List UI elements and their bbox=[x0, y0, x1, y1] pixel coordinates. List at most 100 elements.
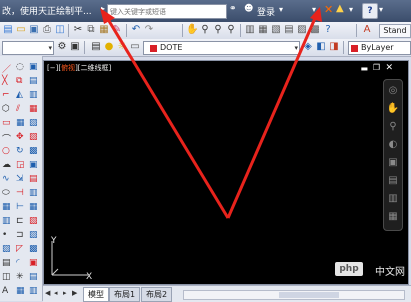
search-input[interactable] bbox=[110, 6, 220, 17]
polyline-icon[interactable]: ⌐ bbox=[2, 90, 12, 100]
layer-properties-icon[interactable]: ▤ bbox=[90, 41, 102, 53]
table-icon[interactable]: ▦ bbox=[16, 286, 26, 296]
tab-layout1[interactable]: 布局1 bbox=[109, 287, 141, 302]
zoom-window-icon[interactable]: ⚲ bbox=[212, 24, 224, 36]
dimension-diameter-icon[interactable]: ▨ bbox=[29, 132, 39, 142]
sun-icon[interactable]: ☼ bbox=[116, 41, 128, 53]
dimension-update-icon[interactable]: ▣ bbox=[29, 258, 39, 268]
bulb-icon[interactable]: ● bbox=[103, 41, 115, 53]
gradient-icon[interactable]: ▤ bbox=[2, 258, 12, 268]
title-expand-icon[interactable]: ▸ bbox=[101, 4, 105, 13]
lock-icon[interactable]: ▭ bbox=[129, 41, 141, 53]
showmotion-icon[interactable]: ▣ bbox=[386, 156, 400, 170]
search-box[interactable] bbox=[107, 4, 227, 19]
mtext-icon[interactable]: A bbox=[2, 286, 12, 296]
login-button[interactable]: 登录 bbox=[257, 5, 275, 18]
workspace-dropdown[interactable]: Stand bbox=[379, 24, 411, 38]
scrollbar-thumb[interactable] bbox=[279, 292, 339, 298]
chevron-down-icon[interactable]: ▾ bbox=[279, 5, 283, 14]
last-tab-icon[interactable]: ▶ bbox=[72, 289, 80, 298]
construction-line-icon[interactable]: ╳ bbox=[2, 76, 12, 86]
point-icon[interactable]: • bbox=[2, 230, 12, 240]
paste-icon[interactable]: ▦ bbox=[98, 24, 110, 36]
pan-icon[interactable]: ✋ bbox=[386, 102, 400, 116]
pan-icon[interactable]: ✋ bbox=[186, 24, 198, 36]
hatch-icon[interactable]: ▨ bbox=[2, 244, 12, 254]
save-icon[interactable]: ▣ bbox=[28, 24, 40, 36]
chamfer-icon[interactable]: ◸ bbox=[16, 244, 26, 254]
first-tab-icon[interactable]: ◀ bbox=[45, 289, 53, 298]
markup-icon[interactable]: ▨ bbox=[296, 24, 308, 36]
chevron-down-icon[interactable]: ▾ bbox=[349, 5, 353, 14]
drawing-viewport[interactable]: [−][俯视][二维线框] ▬ ❐ ✕ ◎ ✋ ⚲ ◐ ▣ ▤ ▥ ▦ Y X bbox=[43, 60, 409, 285]
baseline-dimension-icon[interactable]: ▤ bbox=[29, 174, 39, 184]
chevron-down-icon[interactable]: ▾ bbox=[312, 5, 316, 14]
steering-wheel-icon[interactable]: ◎ bbox=[386, 84, 400, 98]
zoom-icon[interactable]: ⚲ bbox=[386, 120, 400, 134]
copy-object-icon[interactable]: ⧉ bbox=[16, 76, 26, 86]
arc-icon[interactable]: ⌒ bbox=[2, 132, 12, 145]
trim-icon[interactable]: ⊣ bbox=[16, 188, 26, 198]
undo-icon[interactable]: ↶ bbox=[130, 24, 142, 36]
previous-tab-icon[interactable]: ◂ bbox=[54, 289, 62, 298]
tolerance-icon[interactable]: ▧ bbox=[29, 216, 39, 226]
nav-options-icon[interactable]: ▤ bbox=[386, 174, 400, 188]
zoom-realtime-icon[interactable]: ⚲ bbox=[199, 24, 211, 36]
print-icon[interactable]: ⎙ bbox=[41, 24, 53, 36]
view-mode-label[interactable]: 俯视 bbox=[61, 64, 75, 72]
dimension-radius-icon[interactable]: ▧ bbox=[29, 118, 39, 128]
make-block-icon[interactable]: ▥ bbox=[2, 216, 12, 226]
exchange-x-icon[interactable]: ✕ bbox=[324, 3, 333, 16]
mirror-icon[interactable]: ◭ bbox=[16, 90, 26, 100]
properties-icon[interactable]: ▥ bbox=[244, 24, 256, 36]
plot-preview-icon[interactable]: ◫ bbox=[54, 24, 66, 36]
layer-states-icon[interactable]: ⚙ bbox=[56, 41, 68, 53]
help-button[interactable]: ? bbox=[362, 3, 378, 19]
text-style-icon[interactable]: A bbox=[361, 24, 373, 36]
quick-dimension-icon[interactable]: ▣ bbox=[29, 160, 39, 170]
polygon-icon[interactable]: ⬡ bbox=[2, 104, 12, 114]
zoom-previous-icon[interactable]: ⚲ bbox=[225, 24, 237, 36]
sheet-set-icon[interactable]: ▤ bbox=[283, 24, 295, 36]
dimension-aligned-icon[interactable]: ▤ bbox=[29, 76, 39, 86]
layer-tool-icon[interactable]: ▣ bbox=[69, 41, 81, 53]
nav-customize-icon[interactable]: ▥ bbox=[386, 192, 400, 206]
fillet-icon[interactable]: ◜ bbox=[16, 258, 26, 268]
break-icon[interactable]: ⊏ bbox=[16, 216, 26, 226]
center-mark-icon[interactable]: ▨ bbox=[29, 230, 39, 240]
user-icon[interactable]: ☻ bbox=[244, 4, 253, 14]
extend-icon[interactable]: ⊢ bbox=[16, 202, 26, 212]
region-icon[interactable]: ◫ bbox=[2, 272, 12, 282]
leader-icon[interactable]: ▦ bbox=[29, 202, 39, 212]
match-properties-icon[interactable]: ✎ bbox=[111, 24, 123, 36]
autodesk-360-icon[interactable]: ▲ bbox=[336, 3, 344, 14]
layout-icon[interactable]: ▥ bbox=[29, 286, 39, 296]
dimension-edit-icon[interactable]: ▩ bbox=[29, 244, 39, 254]
horizontal-scrollbar[interactable] bbox=[183, 290, 405, 300]
layer-combo[interactable]: DOTE ▾ bbox=[143, 41, 300, 55]
dimension-arc-icon[interactable]: ▥ bbox=[29, 90, 39, 100]
next-tab-icon[interactable]: ▸ bbox=[63, 289, 71, 298]
color-combo[interactable]: ByLayer bbox=[348, 41, 411, 55]
line-tool-icon[interactable]: ／ bbox=[2, 62, 12, 75]
tab-model[interactable]: 模型 bbox=[83, 287, 109, 302]
viewport-maximize-icon[interactable]: ❐ bbox=[373, 63, 380, 72]
help-icon[interactable]: ? bbox=[322, 24, 334, 36]
dimension-style-icon[interactable]: ▤ bbox=[29, 272, 39, 282]
insert-block-icon[interactable]: ▦ bbox=[2, 202, 12, 212]
chevron-down-icon[interactable]: ▾ bbox=[379, 5, 383, 14]
join-icon[interactable]: ⊐ bbox=[16, 230, 26, 240]
explode-icon[interactable]: ✳ bbox=[16, 272, 26, 282]
visual-style-label[interactable]: ][二维线框] bbox=[75, 64, 111, 72]
continue-dimension-icon[interactable]: ▥ bbox=[29, 188, 39, 198]
calculator-icon[interactable]: ▩ bbox=[309, 24, 321, 36]
circle-icon[interactable]: ○ bbox=[2, 146, 12, 156]
binoculars-icon[interactable]: ⚭ bbox=[229, 4, 237, 14]
layer-state-combo[interactable]: ▾ bbox=[2, 41, 54, 55]
new-file-icon[interactable]: ▤ bbox=[2, 24, 14, 36]
layer-previous-icon[interactable]: ◧ bbox=[315, 41, 327, 53]
tool-palettes-icon[interactable]: ▧ bbox=[270, 24, 282, 36]
revcloud-icon[interactable]: ☁ bbox=[2, 160, 12, 170]
dimension-angular-icon[interactable]: ▩ bbox=[29, 146, 39, 156]
redo-icon[interactable]: ↷ bbox=[143, 24, 155, 36]
